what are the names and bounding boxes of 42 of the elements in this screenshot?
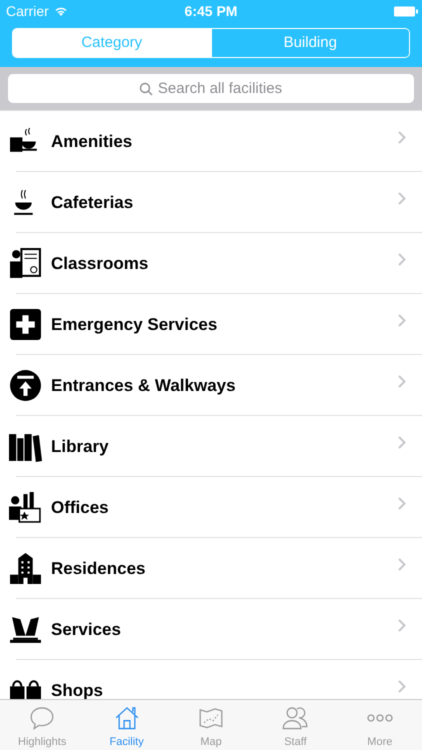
office-worker-icon bbox=[9, 491, 42, 524]
chevron-icon bbox=[398, 131, 406, 144]
category-row[interactable]: Offices bbox=[0, 477, 422, 538]
category-row[interactable]: Residences bbox=[0, 538, 422, 599]
category-label: Classrooms bbox=[51, 252, 148, 275]
category-row[interactable]: Entrances & Walkways bbox=[0, 355, 422, 416]
chevron-icon bbox=[398, 497, 406, 510]
category-label: Residences bbox=[51, 558, 146, 580]
search-icon bbox=[139, 82, 153, 96]
medical-cross-icon bbox=[9, 308, 42, 341]
category-label: Offices bbox=[51, 496, 109, 519]
category-row[interactable]: Emergency Services bbox=[0, 294, 422, 355]
category-row[interactable]: Shops bbox=[0, 660, 422, 699]
chevron-icon bbox=[398, 192, 406, 205]
category-row[interactable]: Cafeterias bbox=[0, 172, 422, 233]
category-label: Shops bbox=[51, 680, 103, 699]
chevron-icon bbox=[398, 558, 406, 571]
category-label: Amenities bbox=[51, 130, 132, 153]
chevron-icon bbox=[398, 436, 406, 449]
category-label: Services bbox=[51, 618, 121, 641]
category-label: Entrances & Walkways bbox=[51, 374, 236, 397]
chevron-icon bbox=[398, 314, 406, 327]
battery-icon bbox=[394, 6, 418, 16]
category-row[interactable]: Classrooms bbox=[0, 233, 422, 294]
chevron-icon bbox=[398, 619, 406, 632]
search-field[interactable]: Search all facilities bbox=[8, 74, 414, 103]
chevron-icon bbox=[398, 375, 406, 388]
up-arrow-circle-icon bbox=[9, 369, 42, 402]
clock-time: 6:45 PM bbox=[184, 2, 238, 20]
teacher-board-icon bbox=[9, 247, 42, 280]
chevron-icon bbox=[398, 253, 406, 266]
category-row[interactable]: Library bbox=[0, 416, 422, 477]
category-label: Library bbox=[51, 436, 109, 458]
wifi-icon bbox=[54, 6, 68, 16]
more-dots-icon bbox=[366, 714, 393, 722]
building-icon bbox=[9, 552, 42, 585]
category-row[interactable]: Services bbox=[0, 599, 422, 660]
carrier-label: Carrier bbox=[6, 2, 49, 20]
chevron-icon bbox=[398, 680, 406, 693]
category-label: Cafeterias bbox=[51, 192, 134, 214]
category-row[interactable]: Amenities bbox=[0, 111, 422, 172]
category-label: Emergency Services bbox=[51, 314, 218, 336]
